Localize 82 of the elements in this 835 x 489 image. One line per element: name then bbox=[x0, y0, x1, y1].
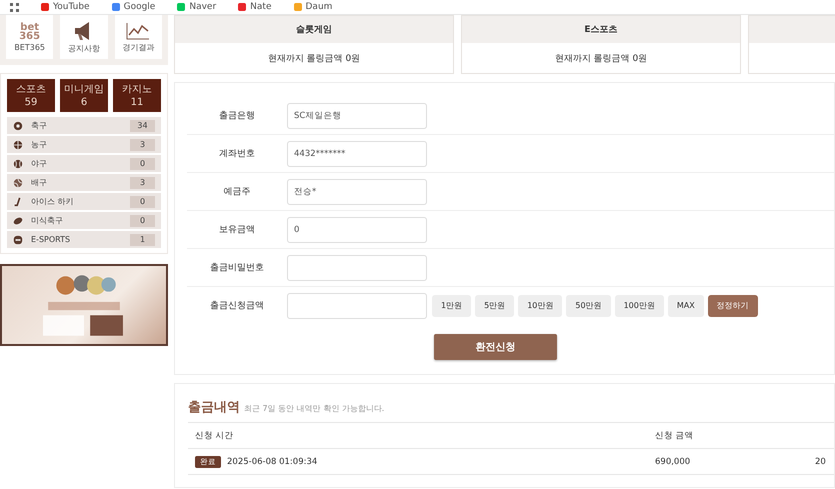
sport-count: 3 bbox=[130, 176, 155, 188]
quick-link-label: 공지사항 bbox=[68, 42, 100, 54]
sport-item[interactable]: 축구 34 bbox=[7, 117, 161, 134]
sport-name: E-SPORTS bbox=[31, 235, 72, 244]
submit-button[interactable]: 환전신청 bbox=[434, 334, 557, 360]
history-title: 출금내역 bbox=[188, 399, 240, 416]
quick-link-label: 경기결과 bbox=[122, 42, 154, 52]
amount-button[interactable]: 50만원 bbox=[566, 294, 611, 316]
field-label: 보유금액 bbox=[218, 224, 256, 236]
quick-link-label: BET365 bbox=[14, 42, 46, 52]
field-label: 출금비밀번호 bbox=[209, 262, 265, 274]
volleyball-icon bbox=[13, 178, 23, 188]
bookmark-link[interactable]: Naver bbox=[189, 2, 216, 12]
sport-item[interactable]: 아이스 하키 0 bbox=[7, 193, 161, 210]
sport-name: 아이스 하키 bbox=[31, 196, 75, 207]
input-field[interactable]: SC제일은행 bbox=[287, 102, 427, 128]
table-cell: 2025-06-08 01:09:34 bbox=[227, 456, 318, 466]
input-field[interactable] bbox=[287, 292, 427, 318]
field-label: 출금신청금액 bbox=[209, 300, 265, 312]
field-label: 예금주 bbox=[222, 186, 252, 198]
input-field[interactable] bbox=[287, 254, 427, 280]
sport-name: 축구 bbox=[31, 120, 48, 131]
bookmark-link[interactable]: Daum bbox=[306, 2, 332, 12]
tab-label: 카지노 bbox=[122, 82, 152, 96]
bookmark-link[interactable]: Nate bbox=[250, 2, 272, 12]
football-icon bbox=[13, 216, 23, 226]
amount-button[interactable]: MAX bbox=[668, 294, 704, 316]
apps-icon[interactable] bbox=[10, 2, 19, 12]
sport-item[interactable]: 농구 3 bbox=[7, 136, 161, 153]
card-title: 슬롯게임 bbox=[175, 16, 453, 43]
tab-count: 11 bbox=[130, 96, 144, 108]
amount-button[interactable]: 1만원 bbox=[432, 294, 472, 316]
tv-banner-drawing[interactable] bbox=[0, 264, 168, 346]
basketball-icon bbox=[13, 140, 23, 150]
chart-icon bbox=[126, 22, 150, 40]
amount-button[interactable]: 10만원 bbox=[518, 294, 562, 316]
sport-count: 0 bbox=[130, 158, 155, 170]
hockey-icon bbox=[13, 196, 23, 206]
sport-name: 농구 bbox=[31, 139, 48, 150]
sport-count: 0 bbox=[130, 214, 155, 226]
quick-link-tile[interactable]: 공지사항 bbox=[60, 15, 108, 59]
field-label: 계좌번호 bbox=[218, 148, 256, 160]
tab-count: 6 bbox=[80, 96, 88, 108]
tab-count: 59 bbox=[24, 96, 38, 108]
reset-button[interactable]: 정정하기 bbox=[708, 294, 758, 316]
bookmark-link[interactable]: YouTube bbox=[53, 2, 90, 12]
sport-name: 미식축구 bbox=[31, 215, 64, 226]
category-tab[interactable]: 스포츠 59 bbox=[7, 79, 55, 112]
quick-link-tile[interactable]: 경기결과 bbox=[114, 15, 162, 59]
tab-label: 미니게임 bbox=[64, 82, 104, 96]
sport-count: 3 bbox=[130, 138, 155, 150]
amount-button[interactable]: 5만원 bbox=[475, 294, 514, 316]
sport-item[interactable]: 배구 3 bbox=[7, 174, 161, 191]
soccer-icon bbox=[13, 120, 23, 130]
category-tab[interactable]: 미니게임 6 bbox=[60, 79, 108, 112]
input-field[interactable]: 4432******* bbox=[287, 140, 427, 166]
table-cell-text: 20 bbox=[815, 456, 827, 466]
sport-item[interactable]: 야구 0 bbox=[7, 155, 161, 172]
table-cell-text: 690,000 bbox=[655, 456, 692, 466]
field-label: 출금은행 bbox=[218, 110, 256, 122]
card-title: E스포츠 bbox=[462, 16, 740, 43]
amount-button[interactable]: 100만원 bbox=[614, 294, 664, 316]
card-text: 현재까지 롤링금액 0원 bbox=[554, 52, 648, 66]
bookmark-link[interactable]: Google bbox=[124, 2, 156, 12]
category-tab[interactable]: 카지노 11 bbox=[113, 79, 161, 112]
input-field[interactable]: 0 bbox=[287, 216, 427, 242]
sport-item[interactable]: 미식축구 0 bbox=[7, 212, 161, 229]
bet365-logo: bet 365 bbox=[19, 22, 40, 40]
card-text: 현재까지 롤링금액 0원 bbox=[266, 52, 362, 66]
sport-count: 1 bbox=[130, 234, 155, 246]
history-note: 최근 7일 동안 내역만 확인 가능합니다. bbox=[244, 403, 384, 414]
column-header: 신청 금액 bbox=[655, 430, 695, 442]
tab-label: 스포츠 bbox=[16, 82, 46, 96]
quick-link-tile[interactable]: bet 365 BET365 bbox=[6, 15, 54, 59]
sport-count: 34 bbox=[130, 120, 155, 132]
sport-item[interactable]: E-SPORTS 1 bbox=[7, 231, 161, 248]
input-field[interactable]: 전승* bbox=[287, 178, 427, 204]
column-header: 신청 시간 bbox=[195, 430, 235, 442]
sport-count: 0 bbox=[130, 196, 155, 208]
sport-name: 야구 bbox=[31, 158, 48, 169]
baseball-icon bbox=[13, 158, 23, 168]
sport-name: 배구 bbox=[31, 177, 48, 188]
